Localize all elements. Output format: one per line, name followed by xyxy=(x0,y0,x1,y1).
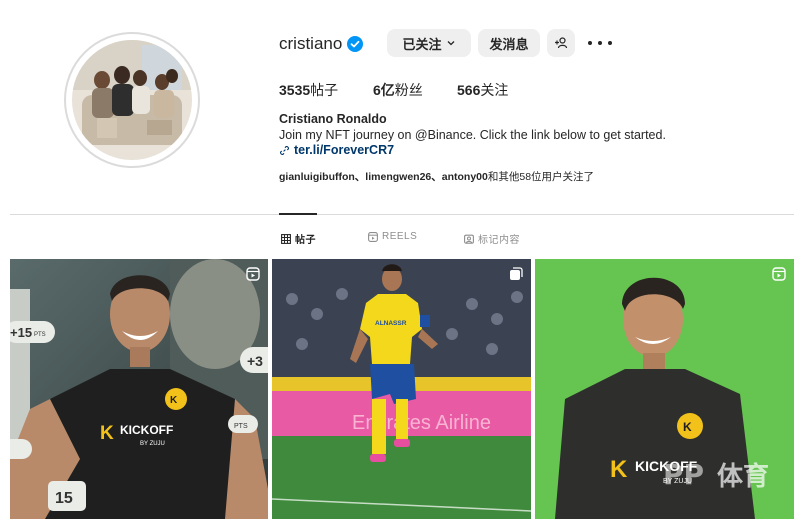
verified-badge-icon xyxy=(347,36,363,52)
followers-count-label: 粉丝 xyxy=(394,82,423,98)
following-count[interactable]: 566关注 xyxy=(457,80,508,100)
following-count-value: 566 xyxy=(457,82,481,98)
watermark-text: 体育 xyxy=(717,461,769,492)
tab-tagged-label: 标记内容 xyxy=(478,235,520,246)
posts-count-value: 3535 xyxy=(279,82,311,98)
svg-text:K: K xyxy=(683,420,692,434)
followers-count[interactable]: 6亿粉丝 xyxy=(373,80,423,100)
tab-posts-label: 帖子 xyxy=(295,235,316,246)
post-1-shirt-text: KICKOFF xyxy=(120,423,173,437)
post-image-2: Emirates Airline ALNASSR xyxy=(272,259,531,519)
post-1-points-b: +3 xyxy=(247,353,263,369)
post-1-shirt-sub: BY ZUJU xyxy=(140,441,165,447)
link-icon xyxy=(280,145,289,155)
post-image-3: K K KICKOFF BY ZUJU PP 体育 xyxy=(535,259,794,519)
tab-posts[interactable]: 帖子 xyxy=(281,231,316,246)
tagged-icon xyxy=(464,234,474,244)
active-tab-indicator xyxy=(279,213,317,215)
post-1-points-a-unit: PTS xyxy=(34,332,46,338)
followed-by[interactable]: gianluigibuffon、limengwen26、antony00和其他5… xyxy=(279,169,594,184)
svg-text:K: K xyxy=(170,395,178,406)
svg-text:K: K xyxy=(100,423,114,444)
posts-count: 3535帖子 xyxy=(279,80,338,100)
followers-count-value: 6亿 xyxy=(373,82,395,98)
svg-text:K: K xyxy=(610,456,628,483)
profile-avatar[interactable] xyxy=(64,32,200,168)
followed-by-names: gianluigibuffon、limengwen26、antony00 xyxy=(279,171,488,183)
following-button[interactable]: 已关注 xyxy=(387,29,471,57)
avatar-photo xyxy=(72,40,192,160)
profile-username: cristiano xyxy=(279,34,343,53)
carousel-icon xyxy=(510,267,523,280)
tabs-divider xyxy=(10,214,794,215)
post-1-points-c: 15 xyxy=(55,490,73,507)
tab-reels-label: REELS xyxy=(382,231,418,242)
reels-icon xyxy=(246,267,260,281)
following-count-label: 关注 xyxy=(480,82,509,98)
message-button-label: 发消息 xyxy=(489,36,529,52)
profile-full-name: Cristiano Ronaldo xyxy=(279,112,387,126)
reels-icon xyxy=(368,231,378,242)
post-thumbnail-2[interactable]: Emirates Airline ALNASSR xyxy=(272,259,531,519)
profile-bio: Join my NFT journey on @Binance. Click t… xyxy=(279,128,666,142)
post-image-1: K K KICKOFF BY ZUJU +15 PTS +3 PTS 15 xyxy=(10,259,268,519)
post-2-shirt-text: ALNASSR xyxy=(375,320,407,327)
add-person-icon xyxy=(555,37,568,49)
profile-link-text: ter.li/ForeverCR7 xyxy=(294,143,395,157)
post-1-points-b-unit: PTS xyxy=(234,423,248,430)
grid-icon xyxy=(281,233,291,244)
profile-link[interactable]: ter.li/ForeverCR7 xyxy=(279,143,394,157)
message-button[interactable]: 发消息 xyxy=(478,29,540,57)
followed-by-suffix: 和其他58位用户关注了 xyxy=(487,171,595,183)
suggest-users-button[interactable] xyxy=(547,29,575,57)
more-options-icon[interactable] xyxy=(588,34,612,52)
tab-tagged[interactable]: 标记内容 xyxy=(464,231,520,246)
chevron-down-icon xyxy=(447,41,454,46)
reels-icon xyxy=(772,267,786,281)
svg-text:PP: PP xyxy=(663,458,704,491)
post-thumbnail-3[interactable]: K K KICKOFF BY ZUJU PP 体育 xyxy=(535,259,794,519)
tab-reels[interactable]: REELS xyxy=(368,231,417,242)
posts-count-label: 帖子 xyxy=(310,82,339,98)
post-1-points-a: +15 xyxy=(10,325,32,340)
following-button-label: 已关注 xyxy=(402,36,442,52)
post-thumbnail-1[interactable]: K K KICKOFF BY ZUJU +15 PTS +3 PTS 15 xyxy=(10,259,268,519)
